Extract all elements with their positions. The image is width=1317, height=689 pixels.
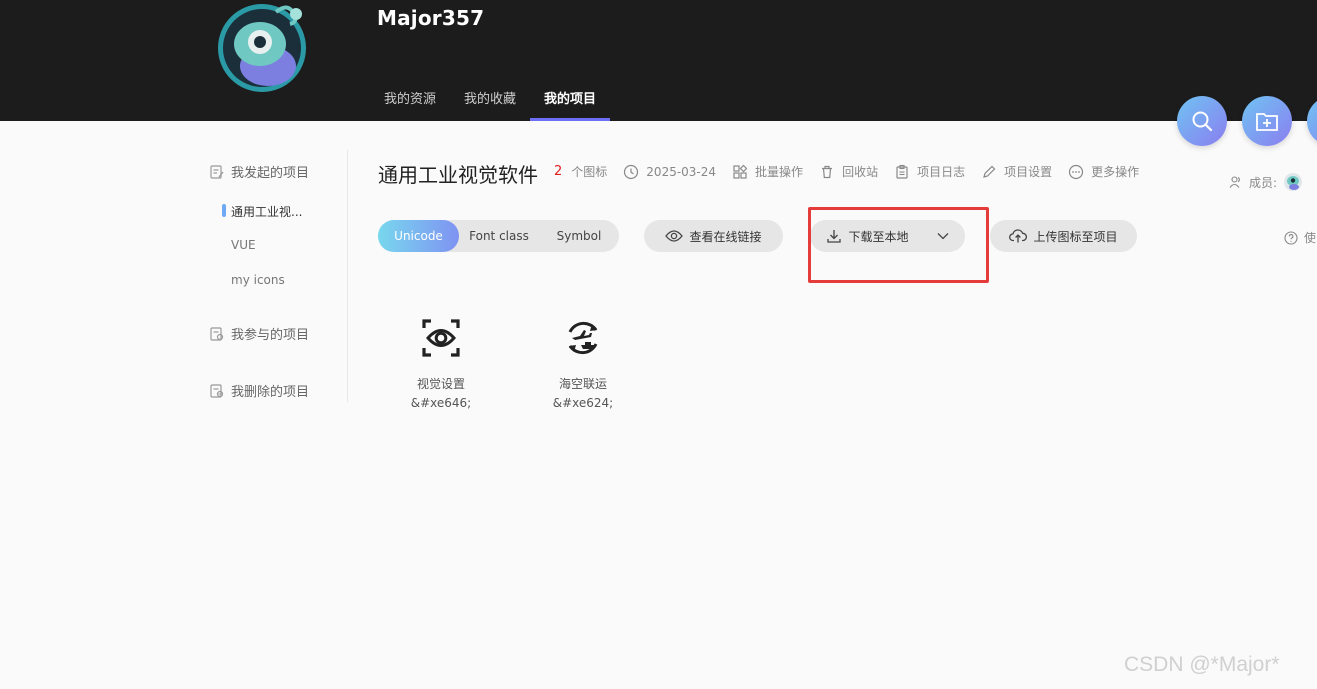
- icon-name: 视觉设置: [416, 377, 465, 391]
- eye-scan-icon: [422, 319, 460, 357]
- pencil-icon: [983, 165, 996, 178]
- format-unicode-tab[interactable]: Unicode: [378, 220, 459, 252]
- icon-card-vision-settings[interactable]: 视觉设置 &#xe646;: [391, 318, 491, 410]
- format-font-class-tab[interactable]: Font class: [459, 220, 539, 252]
- tab-my-favorites[interactable]: 我的收藏: [450, 80, 530, 121]
- grid-icon: [733, 164, 748, 179]
- project-meta-bar: 2 个图标 2025-03-24 批量操作 回收站 项目日志 项目设置 更多操作: [554, 163, 1139, 180]
- tab-my-projects[interactable]: 我的项目: [530, 80, 611, 121]
- help-label: 使: [1304, 231, 1317, 245]
- project-settings-button[interactable]: 项目设置: [981, 163, 1052, 180]
- trash-icon: [822, 165, 833, 178]
- cloud-upload-icon: [1009, 229, 1028, 243]
- top-header: Major357 我的资源 我的收藏 我的项目: [0, 0, 1317, 121]
- format-switch: Unicode Font class Symbol: [378, 220, 619, 252]
- project-log-label: 项目日志: [917, 165, 966, 179]
- batch-operation-button[interactable]: 批量操作: [732, 163, 803, 180]
- air-sea-transport-icon: [568, 321, 598, 355]
- participated-projects-heading[interactable]: 我参与的项目: [209, 324, 309, 343]
- members-label: 成员:: [1249, 175, 1278, 190]
- project-date: 2025-03-24: [623, 164, 716, 180]
- recycle-bin-button[interactable]: 回收站: [819, 163, 878, 180]
- document-delete-icon: [210, 383, 224, 398]
- more-actions-button[interactable]: 更多操作: [1068, 163, 1139, 180]
- member-avatar[interactable]: [1283, 172, 1303, 192]
- document-search-icon: [210, 326, 224, 341]
- members-section: 成员:: [1229, 172, 1303, 192]
- icon-name: 海空联运: [558, 377, 607, 391]
- project-title: 通用工业视觉软件: [378, 163, 538, 187]
- view-online-link-label: 查看在线链接: [689, 229, 762, 244]
- download-icon: [827, 230, 842, 243]
- username: Major357: [377, 6, 485, 30]
- participated-projects-label: 我参与的项目: [231, 328, 310, 343]
- sidebar-item-project-1[interactable]: VUE: [231, 238, 256, 252]
- tab-my-resources[interactable]: 我的资源: [370, 80, 450, 121]
- icon-card-air-sea-transport[interactable]: 海空联运 &#xe624;: [533, 318, 633, 410]
- users-icon: [1229, 176, 1240, 188]
- csdn-watermark: CSDN @*Major*: [1124, 653, 1280, 676]
- eye-icon: [665, 230, 684, 242]
- document-edit-icon: [210, 164, 224, 179]
- icon-code: &#xe624;: [552, 396, 614, 410]
- upload-icons-label: 上传图标至项目: [1033, 229, 1118, 244]
- recycle-bin-label: 回收站: [842, 165, 879, 179]
- batch-operation-label: 批量操作: [755, 165, 804, 179]
- header-tabs: 我的资源 我的收藏 我的项目: [370, 80, 611, 121]
- deleted-projects-label: 我删除的项目: [231, 385, 310, 400]
- chevron-down-icon: [937, 233, 948, 240]
- help-link[interactable]: 使: [1284, 229, 1316, 246]
- more-actions-label: 更多操作: [1091, 165, 1140, 179]
- search-icon: [1192, 111, 1213, 132]
- more-icon: [1069, 164, 1084, 179]
- project-log-button[interactable]: 项目日志: [894, 163, 965, 180]
- clock-icon: [624, 164, 639, 179]
- sidebar-item-project-0[interactable]: 通用工业视...: [221, 203, 302, 220]
- search-button[interactable]: [1177, 96, 1227, 146]
- project-sidebar: 我发起的项目 通用工业视... VUE my icons 我参与的项目 我删除的…: [200, 150, 348, 402]
- project-date-text: 2025-03-24: [646, 164, 717, 179]
- format-symbol-tab[interactable]: Symbol: [539, 220, 619, 252]
- question-icon: [1284, 230, 1298, 245]
- add-folder-button[interactable]: [1242, 96, 1292, 146]
- initiated-projects-heading[interactable]: 我发起的项目: [209, 162, 309, 181]
- deleted-projects-heading[interactable]: 我删除的项目: [209, 381, 309, 400]
- project-settings-label: 项目设置: [1004, 165, 1053, 179]
- upload-icons-button[interactable]: 上传图标至项目: [990, 220, 1137, 252]
- add-folder-icon: [1256, 113, 1278, 131]
- icon-count: 2: [554, 164, 563, 179]
- icon-code: &#xe646;: [410, 396, 472, 410]
- user-avatar[interactable]: [216, 0, 310, 96]
- clipboard-icon: [896, 164, 908, 179]
- initiated-projects-label: 我发起的项目: [231, 166, 310, 181]
- download-local-label: 下载至本地: [848, 229, 909, 244]
- sidebar-item-project-2[interactable]: my icons: [231, 273, 285, 287]
- view-online-link-button[interactable]: 查看在线链接: [644, 220, 783, 252]
- download-local-button[interactable]: 下载至本地: [810, 220, 965, 252]
- icon-count-label: 个图标: [571, 165, 608, 179]
